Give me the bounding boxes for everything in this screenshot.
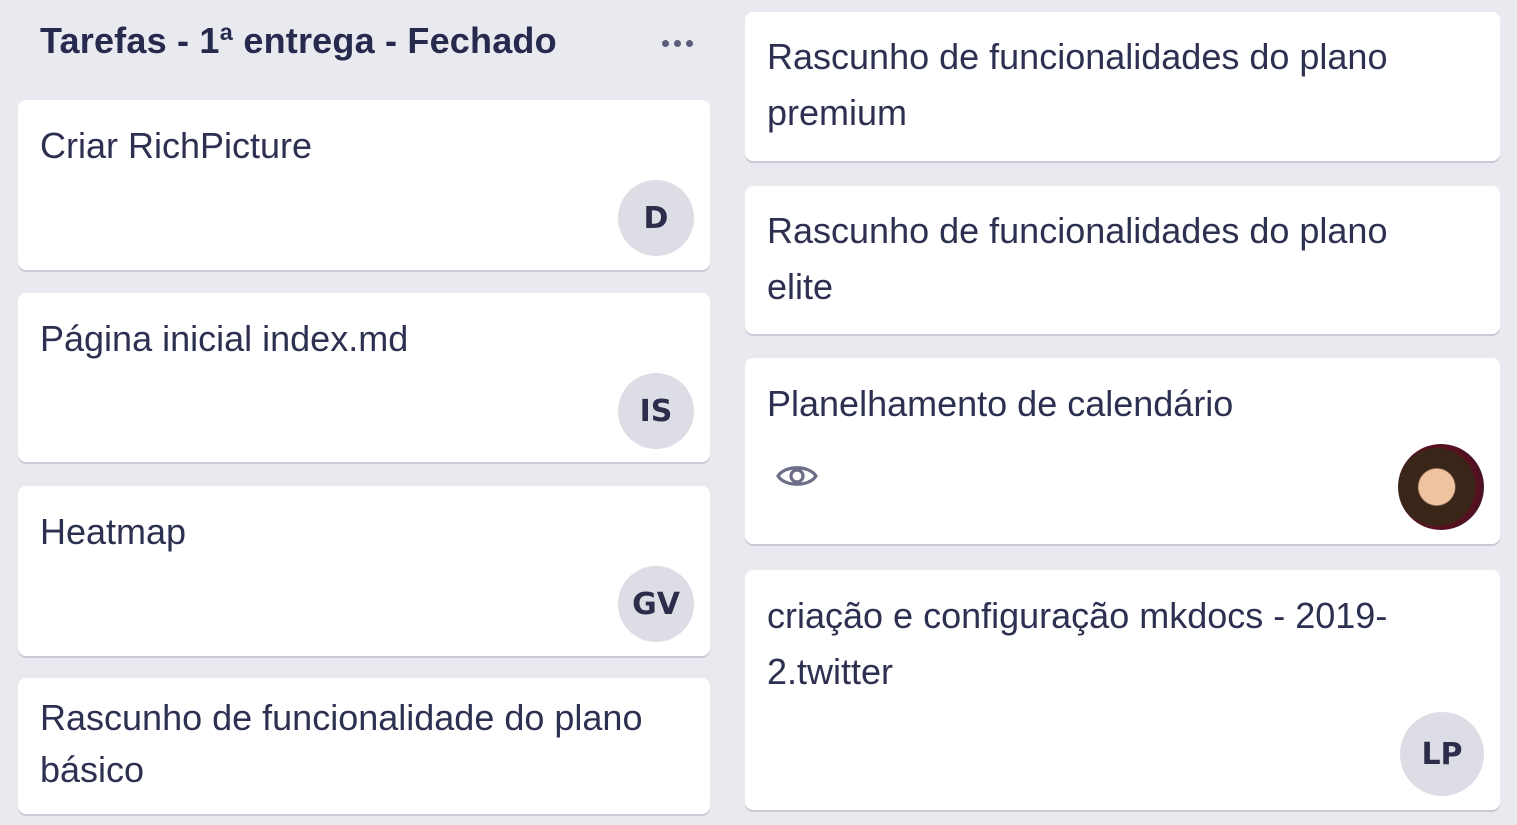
card-title: Criar RichPicture — [40, 125, 313, 166]
card-title: Rascunho de funcionalidades do plano eli… — [767, 210, 1388, 307]
card-title: criação e configuração mkdocs - 2019-2.t… — [767, 595, 1388, 692]
card[interactable]: criação e configuração mkdocs - 2019-2.t… — [745, 570, 1500, 810]
list-column: Tarefas - 1ª entrega - Fechado Criar Ric… — [18, 0, 710, 814]
list-title[interactable]: Tarefas - 1ª entrega - Fechado — [40, 20, 557, 62]
card[interactable]: Rascunho de funcionalidades do plano eli… — [745, 186, 1500, 334]
member-avatar[interactable]: IS — [618, 373, 694, 449]
card[interactable]: Página inicial index.md IS — [18, 293, 710, 462]
card[interactable]: Heatmap GV — [18, 486, 710, 656]
card[interactable]: Rascunho de funcionalidades do plano pre… — [745, 12, 1500, 161]
card[interactable]: Criar RichPicture D — [18, 100, 710, 270]
card[interactable]: Planelhamento de calendário — [745, 358, 1500, 544]
member-avatar[interactable]: LP — [1400, 712, 1484, 796]
card-title: Planelhamento de calendário — [767, 383, 1234, 424]
card[interactable]: Rascunho de funcionalidade do plano bási… — [18, 678, 710, 814]
card-title: Rascunho de funcionalidade do plano bási… — [40, 697, 643, 790]
member-avatar[interactable]: GV — [618, 566, 694, 642]
board: Tarefas - 1ª entrega - Fechado Criar Ric… — [0, 0, 1517, 825]
card-title: Rascunho de funcionalidades do plano pre… — [767, 36, 1388, 133]
list-header: Tarefas - 1ª entrega - Fechado — [18, 0, 710, 86]
card-title: Heatmap — [40, 511, 187, 552]
photo-avatar[interactable] — [1398, 444, 1484, 530]
eye-icon — [776, 466, 818, 486]
member-avatar[interactable]: D — [618, 180, 694, 256]
ellipsis-icon[interactable] — [658, 18, 698, 58]
card-title: Página inicial index.md — [40, 318, 409, 359]
